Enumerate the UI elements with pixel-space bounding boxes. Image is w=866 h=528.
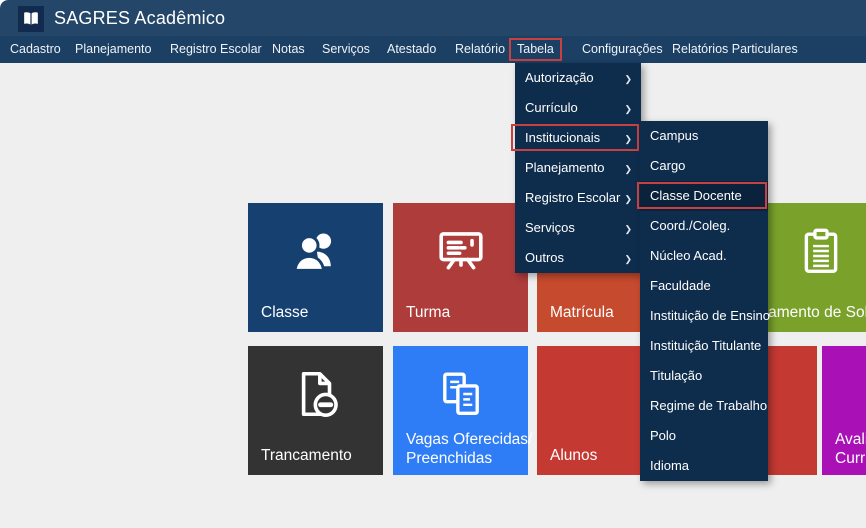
menu-relatorio[interactable]: Relatório xyxy=(455,36,505,63)
institucionais-submenu: Campus Cargo Classe Docente Coord./Coleg… xyxy=(637,121,770,481)
submenu-item-nucleo-acad[interactable]: Núcleo Acad. xyxy=(640,241,768,271)
menu-servicos[interactable]: Serviços xyxy=(322,36,370,63)
submenu-item-polo[interactable]: Polo xyxy=(640,421,768,451)
submenu-item-instituicao-titulante[interactable]: Instituição Titulante xyxy=(640,331,768,361)
tile-avaliacao-curricular[interactable]: AvaliaçãoCurricular xyxy=(822,346,866,475)
menu-item-curriculo[interactable]: Currículo ❯ xyxy=(515,93,641,123)
chevron-right-icon: ❯ xyxy=(624,134,632,144)
tabela-dropdown-menu: Autorização ❯ Currículo ❯ Institucionais ❯ … xyxy=(511,63,641,273)
menu-planejamento[interactable]: Planejamento xyxy=(75,36,151,63)
menu-atestado[interactable]: Atestado xyxy=(387,36,436,63)
chevron-right-icon: ❯ xyxy=(624,164,632,174)
tile-label: Trancamento xyxy=(261,447,352,464)
chevron-right-icon: ❯ xyxy=(624,254,632,264)
menu-item-planejamento[interactable]: Planejamento ❯ xyxy=(515,153,641,183)
submenu-item-cargo[interactable]: Cargo xyxy=(640,151,768,181)
menu-item-autorizacao[interactable]: Autorização ❯ xyxy=(515,63,641,93)
submenu-item-regime-trabalho[interactable]: Regime de Trabalho xyxy=(640,391,768,421)
menu-item-registro-escolar[interactable]: Registro Escolar ❯ xyxy=(515,183,641,213)
tile-turma[interactable]: Turma xyxy=(393,203,528,332)
menubar: Cadastro Planejamento Registro Escolar N… xyxy=(0,36,866,63)
menu-item-outros[interactable]: Outros ❯ xyxy=(515,243,641,273)
chevron-right-icon: ❯ xyxy=(624,194,632,204)
submenu-item-instituicao-ensino[interactable]: Instituição de Ensino xyxy=(640,301,770,331)
titlebar: SAGRES Acadêmico xyxy=(0,0,866,36)
open-book-icon xyxy=(18,6,44,32)
clipboard-icon xyxy=(860,367,866,426)
submenu-item-titulacao[interactable]: Titulação xyxy=(640,361,768,391)
submenu-item-idioma[interactable]: Idioma xyxy=(640,451,768,481)
tile-label: Alunos xyxy=(550,447,598,464)
clipboard-icon xyxy=(794,224,848,283)
menu-item-institucionais[interactable]: Institucionais ❯ xyxy=(511,123,641,153)
whiteboard-icon xyxy=(434,224,488,283)
menu-notas[interactable]: Notas xyxy=(272,36,305,63)
tile-label: Vagas Oferecidas/Preenchidas xyxy=(406,431,533,467)
tile-label: Matrícula xyxy=(550,304,614,321)
menu-registro-escolar[interactable]: Registro Escolar xyxy=(170,36,262,63)
submenu-item-faculdade[interactable]: Faculdade xyxy=(640,271,768,301)
tile-classe[interactable]: Classe xyxy=(248,203,383,332)
app-title: SAGRES Acadêmico xyxy=(54,8,226,28)
submenu-item-classe-docente[interactable]: Classe Docente xyxy=(637,181,768,211)
tile-label: AvaliaçãoCurricular xyxy=(835,431,866,467)
menu-item-servicos[interactable]: Serviços ❯ xyxy=(515,213,641,243)
documents-icon xyxy=(434,367,488,426)
tile-label: Turma xyxy=(406,304,451,321)
app-window: SAGRES Acadêmico Cadastro Planejamento R… xyxy=(0,0,866,528)
chevron-right-icon: ❯ xyxy=(624,74,632,84)
people-icon xyxy=(289,224,343,283)
chevron-right-icon: ❯ xyxy=(624,224,632,234)
tile-label: Classe xyxy=(261,304,309,321)
submenu-item-campus[interactable]: Campus xyxy=(640,121,768,151)
document-minus-icon xyxy=(289,367,343,426)
menu-cadastro[interactable]: Cadastro xyxy=(10,36,61,63)
tile-vagas-oferecidas[interactable]: Vagas Oferecidas/Preenchidas xyxy=(393,346,532,475)
menu-configuracoes[interactable]: Configurações xyxy=(582,36,663,63)
tile-trancamento[interactable]: Trancamento xyxy=(248,346,383,475)
menu-relatorios-particulares[interactable]: Relatórios Particulares xyxy=(672,36,798,63)
submenu-item-coord-coleg[interactable]: Coord./Coleg. xyxy=(640,211,768,241)
menu-tabela[interactable]: Tabela xyxy=(509,36,562,63)
chevron-right-icon: ❯ xyxy=(624,104,632,114)
